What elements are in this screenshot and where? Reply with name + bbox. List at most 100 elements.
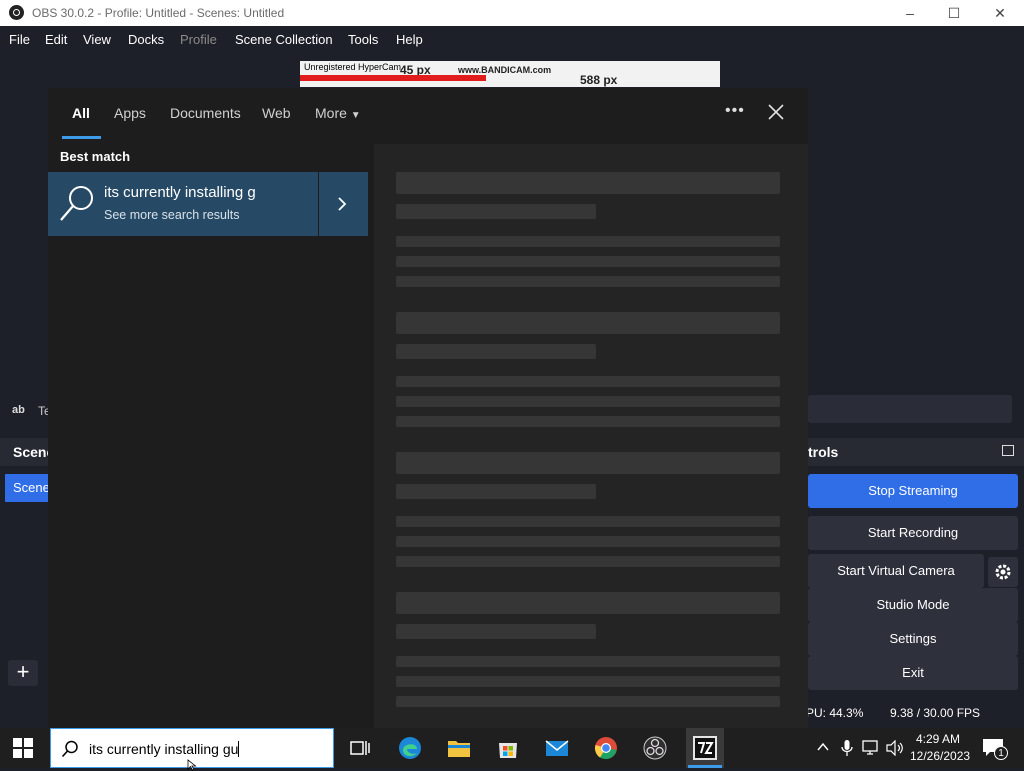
controls-dock-header: trols — [808, 438, 1024, 466]
undock-icon[interactable] — [1002, 445, 1014, 456]
see-more-results-link[interactable]: See more search results — [104, 208, 239, 222]
skeleton-heading — [396, 172, 780, 194]
best-match-result[interactable]: its currently installing g See more sear… — [48, 172, 318, 236]
skeleton-line — [396, 256, 780, 267]
controls-dock: trols Stop Streaming Start Recording Sta… — [808, 438, 1024, 726]
search-icon — [61, 740, 78, 758]
text-source-icon: ab — [12, 404, 25, 416]
menu-bar: File Edit View Docks Profile Scene Colle… — [0, 26, 1024, 54]
task-view-icon[interactable] — [348, 736, 372, 760]
fps-readout: 9.38 / 30.00 FPS — [890, 706, 981, 720]
7zip-taskbar-icon[interactable] — [686, 728, 724, 768]
settings-button[interactable]: Settings — [808, 622, 1018, 656]
scenes-dock: Scene Scene + — [0, 438, 54, 726]
close-icon[interactable] — [766, 102, 786, 122]
skeleton-line — [396, 516, 780, 527]
menu-profile[interactable]: Profile — [180, 32, 217, 47]
volume-icon[interactable] — [886, 739, 904, 757]
start-virtual-camera-button[interactable]: Start Virtual Camera — [808, 554, 984, 588]
skeleton-sub — [396, 484, 596, 499]
minimize-button[interactable]: – — [887, 0, 933, 26]
best-match-label: Best match — [60, 149, 131, 164]
scene-item-label: Scene — [13, 480, 50, 495]
menu-edit[interactable]: Edit — [45, 32, 67, 47]
network-icon[interactable] — [862, 740, 880, 756]
taskbar-search-input[interactable]: its currently installing gu — [50, 728, 334, 771]
skeleton-line — [396, 696, 780, 707]
maximize-button[interactable]: ☐ — [931, 0, 977, 26]
skeleton-line — [396, 536, 780, 547]
file-explorer-icon[interactable] — [447, 736, 471, 760]
clock-time[interactable]: 4:29 AM — [916, 732, 960, 746]
windows-search-panel: All Apps Documents Web More ▼ ••• Best m… — [48, 88, 808, 728]
watermark-hypercam: Unregistered HyperCam — [304, 62, 402, 72]
studio-mode-button[interactable]: Studio Mode — [808, 588, 1018, 622]
search-tab-web[interactable]: Web — [262, 105, 291, 121]
skeleton-sub — [396, 344, 596, 359]
menu-help[interactable]: Help — [396, 32, 423, 47]
watermark-bandicam: www.BANDICAM.com — [458, 65, 552, 75]
text-caret — [238, 741, 240, 757]
chrome-icon[interactable] — [594, 736, 618, 760]
window-title: OBS 30.0.2 - Profile: Untitled - Scenes:… — [32, 6, 285, 20]
stop-streaming-button[interactable]: Stop Streaming — [808, 474, 1018, 508]
menu-tools[interactable]: Tools — [348, 32, 378, 47]
skeleton-line — [396, 656, 780, 667]
chevron-down-icon: ▼ — [350, 110, 361, 121]
skeleton-line — [396, 236, 780, 247]
edge-browser-icon[interactable] — [398, 736, 422, 760]
skeleton-line — [396, 276, 780, 287]
skeleton-line — [396, 676, 780, 687]
menu-scene-collection[interactable]: Scene Collection — [235, 32, 333, 47]
obs-logo-icon — [9, 5, 24, 20]
skeleton-line — [396, 376, 780, 387]
controls-dock-title: trols — [808, 444, 839, 460]
microphone-icon[interactable] — [840, 739, 854, 757]
skeleton-heading — [396, 592, 780, 614]
chevron-right-icon — [338, 197, 347, 211]
scene-list-item[interactable]: Scene — [5, 474, 50, 502]
chevron-up-icon[interactable] — [816, 740, 830, 754]
clock-date[interactable]: 12/26/2023 — [910, 749, 970, 763]
red-guide-bar — [300, 75, 486, 81]
mouse-cursor-icon — [187, 759, 197, 771]
cpu-usage: PU: 44.3% — [806, 706, 864, 720]
search-tab-more[interactable]: More ▼ — [315, 105, 361, 121]
skeleton-sub — [396, 624, 596, 639]
best-match-query: its currently installing g — [104, 184, 256, 201]
search-tab-documents[interactable]: Documents — [170, 105, 241, 121]
open-results-arrow-button[interactable] — [319, 172, 368, 236]
active-tab-indicator — [62, 136, 101, 139]
obs-studio-taskbar-icon[interactable] — [643, 736, 667, 760]
skeleton-line — [396, 416, 780, 427]
virtual-camera-settings-gear-icon[interactable] — [988, 557, 1018, 587]
mail-icon[interactable] — [545, 736, 569, 760]
search-icon — [60, 186, 93, 221]
add-scene-button[interactable]: + — [8, 660, 38, 686]
taskbar: its currently installing gu 4:29 AM 12/2… — [0, 728, 1024, 771]
menu-file[interactable]: File — [9, 32, 30, 47]
preview-capture-strip: Unregistered HyperCam 45 px www.BANDICAM… — [300, 61, 720, 87]
skeleton-line — [396, 556, 780, 567]
skeleton-heading — [396, 312, 780, 334]
menu-docks[interactable]: Docks — [128, 32, 164, 47]
close-window-button[interactable]: ✕ — [977, 0, 1023, 26]
px-readout-2: 588 px — [580, 73, 618, 87]
start-recording-button[interactable]: Start Recording — [808, 516, 1018, 550]
search-tab-apps[interactable]: Apps — [114, 105, 146, 121]
more-options-icon[interactable]: ••• — [725, 102, 745, 120]
search-tab-all[interactable]: All — [72, 105, 90, 121]
exit-button[interactable]: Exit — [808, 656, 1018, 690]
obs-title-bar: OBS 30.0.2 - Profile: Untitled - Scenes:… — [0, 0, 1024, 26]
notification-count-badge: 1 — [994, 746, 1008, 760]
search-query-text: its currently installing gu — [89, 741, 240, 757]
source-field[interactable] — [808, 395, 1012, 423]
skeleton-sub — [396, 204, 596, 219]
microsoft-store-icon[interactable] — [496, 736, 520, 760]
search-tab-more-label: More — [315, 105, 347, 121]
skeleton-line — [396, 396, 780, 407]
windows-start-icon[interactable] — [13, 738, 33, 758]
scenes-dock-header: Scene — [0, 438, 54, 466]
menu-view[interactable]: View — [83, 32, 111, 47]
notifications-icon[interactable]: 1 — [982, 738, 1008, 760]
